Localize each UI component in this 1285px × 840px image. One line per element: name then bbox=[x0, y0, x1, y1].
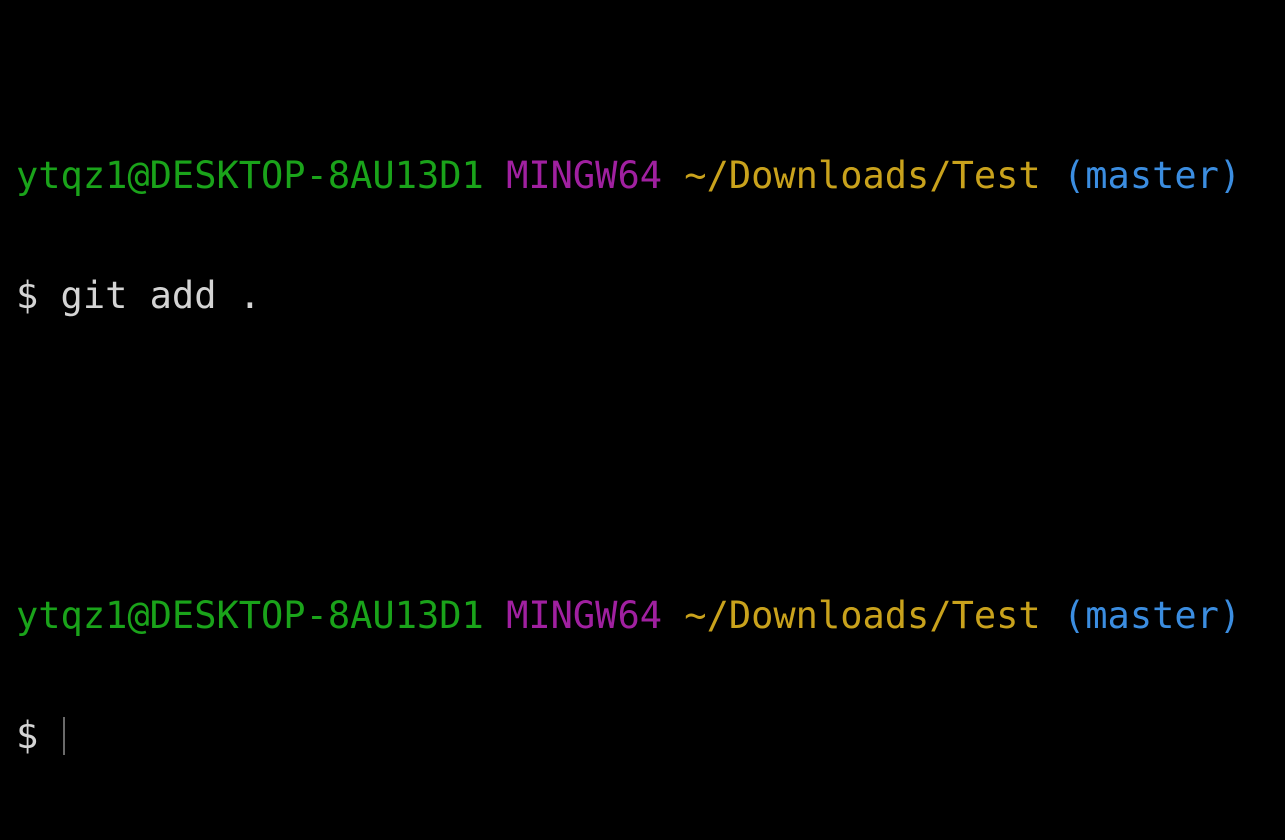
prompt-path: ~/Downloads/Test bbox=[684, 154, 1041, 197]
prompt-path: ~/Downloads/Test bbox=[684, 594, 1041, 637]
active-input-line[interactable]: $ bbox=[16, 716, 1285, 756]
active-input-text[interactable]: $ bbox=[16, 716, 61, 756]
prompt-line: ytqz1@DESKTOP-8AU13D1 MINGW64 ~/Download… bbox=[16, 596, 1285, 636]
text-cursor bbox=[62, 717, 65, 755]
prompt-shell: MINGW64 bbox=[506, 154, 663, 197]
prompt-branch: (master) bbox=[1063, 154, 1242, 197]
prompt-line: ytqz1@DESKTOP-8AU13D1 MINGW64 ~/Download… bbox=[16, 156, 1285, 196]
command-line: $ git add . bbox=[16, 276, 1285, 316]
command-text: $ git add . bbox=[16, 274, 262, 317]
terminal-window[interactable]: ytqz1@DESKTOP-8AU13D1 MINGW64 ~/Download… bbox=[0, 0, 1285, 840]
prompt-shell: MINGW64 bbox=[506, 594, 663, 637]
prompt-user-host: ytqz1@DESKTOP-8AU13D1 bbox=[16, 154, 484, 197]
prompt-branch: (master) bbox=[1063, 594, 1242, 637]
prompt-user-host: ytqz1@DESKTOP-8AU13D1 bbox=[16, 594, 484, 637]
